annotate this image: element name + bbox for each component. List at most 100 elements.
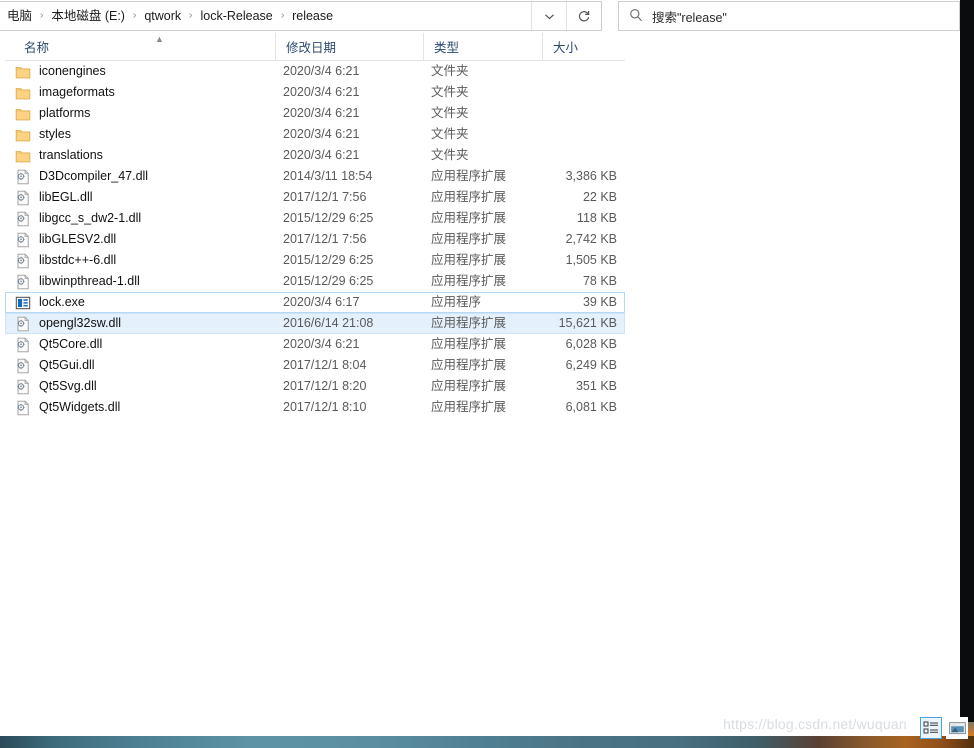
table-row[interactable]: lock.exe 2020/3/4 6:17 应用程序 39 KB [5, 292, 625, 313]
table-row[interactable]: iconengines 2020/3/4 6:21 文件夹 [5, 61, 625, 82]
file-date-cell: 2020/3/4 6:21 [283, 148, 360, 162]
dll-icon [15, 273, 31, 290]
file-date-cell: 2017/12/1 7:56 [283, 190, 367, 204]
refresh-icon [577, 9, 591, 23]
table-row[interactable]: platforms 2020/3/4 6:21 文件夹 [5, 103, 625, 124]
dll-icon [15, 210, 31, 227]
view-mode-buttons [920, 717, 968, 739]
file-name-cell: libwinpthread-1.dll [15, 272, 273, 291]
file-type-cell: 应用程序扩展 [431, 337, 507, 351]
file-date-cell: 2020/3/4 6:21 [283, 337, 360, 351]
table-row[interactable]: libwinpthread-1.dll 2015/12/29 6:25 应用程序扩展… [5, 271, 625, 292]
file-date-cell: 2020/3/4 6:21 [283, 64, 360, 78]
file-date-cell: 2015/12/29 6:25 [283, 253, 374, 267]
breadcrumb-item-4[interactable]: release [288, 5, 337, 27]
file-size-cell: 6,081 KB [565, 400, 617, 414]
table-row[interactable]: Qt5Svg.dll 2017/12/1 8:20 应用程序扩展 351 KB [5, 376, 625, 397]
table-row[interactable]: imageformats 2020/3/4 6:21 文件夹 [5, 82, 625, 103]
dll-icon [15, 399, 31, 416]
column-header-row: 名称 ▲ 修改日期 类型 大小 [5, 33, 625, 61]
file-name-label: styles [39, 127, 71, 141]
table-row[interactable]: Qt5Gui.dll 2017/12/1 8:04 应用程序扩展 6,249 KB [5, 355, 625, 376]
file-size-cell: 1,505 KB [565, 253, 617, 267]
exe-icon [15, 295, 31, 311]
large-icons-view-button[interactable] [946, 717, 968, 739]
file-type-cell: 应用程序扩展 [431, 379, 507, 393]
breadcrumb-item-1[interactable]: 本地磁盘 (E:) [47, 5, 129, 27]
address-bar[interactable]: 电脑 › 本地磁盘 (E:) › qtwork › lock-Release › release [0, 1, 602, 31]
column-header-date-label: 修改日期 [286, 41, 337, 55]
table-row[interactable]: Qt5Core.dll 2020/3/4 6:21 应用程序扩展 6,028 KB [5, 334, 625, 355]
file-name-cell: D3Dcompiler_47.dll [15, 167, 273, 186]
breadcrumb-separator: › [39, 10, 44, 21]
file-type-cell: 文件夹 [431, 148, 469, 162]
breadcrumb-item-3[interactable]: lock-Release [196, 5, 276, 27]
file-type-cell: 应用程序扩展 [431, 400, 507, 414]
file-name-label: platforms [39, 106, 91, 120]
file-type-cell: 文件夹 [431, 64, 469, 78]
column-header-name[interactable]: 名称 ▲ [15, 33, 275, 60]
table-row[interactable]: libGLESV2.dll 2017/12/1 7:56 应用程序扩展 2,742 K… [5, 229, 625, 250]
file-date-cell: 2016/6/14 21:08 [283, 316, 374, 330]
column-header-name-label: 名称 [24, 41, 50, 55]
dll-icon [15, 378, 31, 395]
file-size-cell: 3,386 KB [565, 169, 617, 183]
dll-icon [15, 357, 31, 374]
file-size-cell: 118 KB [576, 211, 617, 225]
file-size-cell: 78 KB [582, 274, 617, 288]
column-header-date[interactable]: 修改日期 [275, 33, 423, 60]
file-name-cell: libgcc_s_dw2-1.dll [15, 209, 273, 228]
file-name-label: iconengines [39, 64, 106, 78]
file-name-label: D3Dcompiler_47.dll [39, 169, 149, 183]
file-size-cell: 6,028 KB [565, 337, 617, 351]
breadcrumb[interactable]: 电脑 › 本地磁盘 (E:) › qtwork › lock-Release › release [0, 2, 531, 30]
column-header-type-label: 类型 [434, 41, 460, 55]
file-name-cell: platforms [15, 104, 273, 123]
table-row[interactable]: translations 2020/3/4 6:21 文件夹 [5, 145, 625, 166]
file-name-label: lock.exe [39, 295, 85, 309]
file-size-cell: 2,742 KB [565, 232, 617, 246]
table-row[interactable]: styles 2020/3/4 6:21 文件夹 [5, 124, 625, 145]
file-size-cell: 6,249 KB [565, 358, 617, 372]
table-row[interactable]: Qt5Widgets.dll 2017/12/1 8:10 应用程序扩展 6,081 … [5, 397, 625, 418]
dll-icon [15, 189, 31, 206]
table-row[interactable]: D3Dcompiler_47.dll 2014/3/11 18:54 应用程序扩展 3… [5, 166, 625, 187]
file-name-cell: translations [15, 146, 273, 165]
file-name-cell: libstdc++-6.dll [15, 251, 273, 270]
breadcrumb-item-0[interactable]: 电脑 [3, 5, 36, 27]
column-header-type[interactable]: 类型 [423, 33, 542, 60]
file-size-cell: 22 KB [582, 190, 617, 204]
address-dropdown-button[interactable] [531, 2, 566, 30]
folder-icon [15, 64, 31, 80]
details-view-button[interactable] [920, 717, 942, 739]
column-header-size-label: 大小 [553, 41, 579, 55]
file-name-cell: libEGL.dll [15, 188, 273, 207]
file-size-cell: 39 KB [582, 295, 617, 309]
table-row[interactable]: opengl32sw.dll 2016/6/14 21:08 应用程序扩展 15,62… [5, 313, 625, 334]
file-type-cell: 文件夹 [431, 106, 469, 120]
file-name-label: Qt5Gui.dll [39, 358, 95, 372]
details-view-icon [923, 721, 939, 735]
file-name-cell: Qt5Widgets.dll [15, 398, 273, 417]
breadcrumb-item-2[interactable]: qtwork [140, 5, 185, 27]
search-input[interactable]: 搜索"release" [652, 7, 727, 26]
file-explorer-window: 电脑 › 本地磁盘 (E:) › qtwork › lock-Release › release [0, 0, 968, 739]
breadcrumb-separator: › [132, 10, 137, 21]
table-row[interactable]: libgcc_s_dw2-1.dll 2015/12/29 6:25 应用程序扩展 1… [5, 208, 625, 229]
table-row[interactable]: libEGL.dll 2017/12/1 7:56 应用程序扩展 22 KB [5, 187, 625, 208]
file-type-cell: 应用程序扩展 [431, 232, 507, 246]
search-box[interactable]: 搜索"release" [618, 1, 960, 31]
file-name-cell: Qt5Svg.dll [15, 377, 273, 396]
column-header-size[interactable]: 大小 [542, 33, 625, 60]
table-row[interactable]: libstdc++-6.dll 2015/12/29 6:25 应用程序扩展 1,50… [5, 250, 625, 271]
file-name-cell: Qt5Core.dll [15, 335, 273, 354]
explorer-toolbar: 电脑 › 本地磁盘 (E:) › qtwork › lock-Release › release [0, 0, 960, 33]
file-date-cell: 2015/12/29 6:25 [283, 211, 374, 225]
refresh-button[interactable] [566, 2, 601, 30]
file-name-cell: libGLESV2.dll [15, 230, 273, 249]
file-name-cell: iconengines [15, 62, 273, 81]
file-name-cell: Qt5Gui.dll [15, 356, 273, 375]
file-date-cell: 2014/3/11 18:54 [283, 169, 373, 183]
breadcrumb-separator: › [280, 10, 285, 21]
file-name-label: Qt5Widgets.dll [39, 400, 121, 414]
